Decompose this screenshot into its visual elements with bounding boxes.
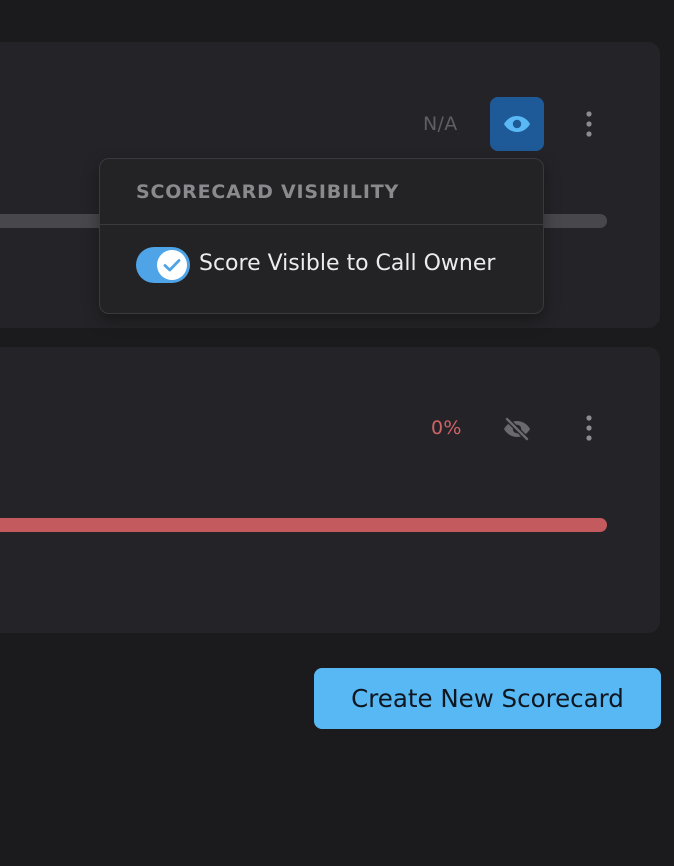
toggle-knob [157,250,187,280]
more-options-button[interactable] [576,408,602,448]
eye-off-icon [504,417,530,441]
create-new-scorecard-button[interactable]: Create New Scorecard [314,668,661,729]
kebab-menu-icon [586,415,592,441]
score-value: N/A [423,113,458,135]
visibility-toggle-button[interactable] [497,411,537,447]
scorecard-card-2: 0% [0,347,660,633]
eye-icon [504,116,530,132]
divider [100,224,543,225]
visibility-toggle-switch[interactable] [136,247,190,283]
popover-title: SCORECARD VISIBILITY [136,181,400,203]
kebab-menu-icon [586,111,592,137]
toggle-label: Score Visible to Call Owner [199,251,496,276]
visibility-popover: SCORECARD VISIBILITY Score Visible to Ca… [99,158,544,314]
score-progress-bar [0,518,607,532]
more-options-button[interactable] [576,104,602,144]
visibility-toggle-button[interactable] [490,97,544,151]
check-icon [163,259,181,272]
score-value: 0% [431,417,462,439]
